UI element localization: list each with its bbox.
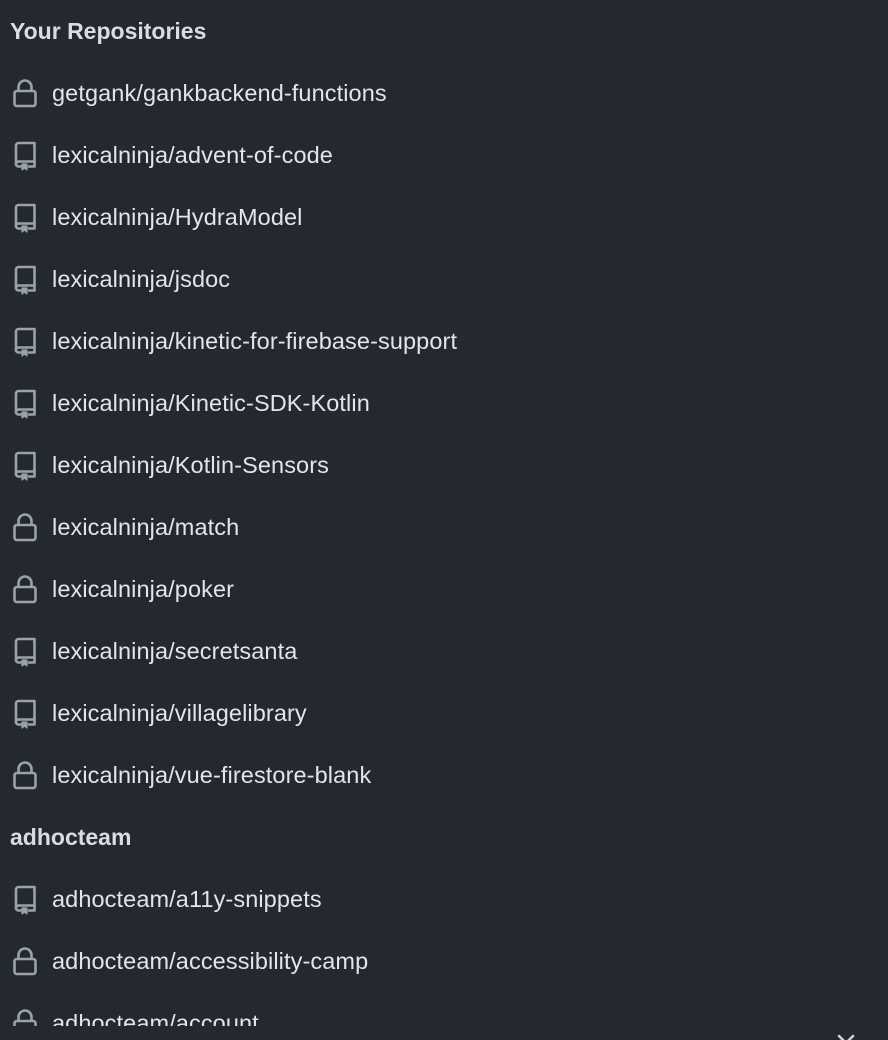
repo-icon: [11, 387, 39, 419]
repo-name: getgank/gankbackend-functions: [52, 79, 387, 106]
repo-list-item[interactable]: lexicalninja/advent-of-code: [0, 124, 888, 186]
lock-icon: [11, 573, 39, 605]
lock-icon: [11, 759, 39, 791]
repo-list-item[interactable]: adhocteam/a11y-snippets: [0, 868, 888, 930]
repo-name: lexicalninja/villagelibrary: [52, 699, 307, 726]
repo-list-item[interactable]: lexicalninja/Kotlin-Sensors: [0, 434, 888, 496]
repo-name: adhocteam/accessibility-camp: [52, 947, 369, 974]
repo-list-item[interactable]: lexicalninja/jsdoc: [0, 248, 888, 310]
lock-icon: [11, 1007, 39, 1026]
lock-icon: [11, 511, 39, 543]
repo-icon: [11, 635, 39, 667]
repo-name: lexicalninja/kinetic-for-firebase-suppor…: [52, 327, 458, 354]
repo-list-item[interactable]: getgank/gankbackend-functions: [0, 62, 888, 124]
repo-icon: [11, 325, 39, 357]
repository-list-panel: Your Repositories getgank/gankbackend-fun…: [0, 0, 888, 1026]
section-header: adhocteam: [10, 823, 132, 850]
repo-icon: [11, 139, 39, 171]
repo-name: lexicalninja/Kinetic-SDK-Kotlin: [52, 389, 370, 416]
repo-list-item[interactable]: lexicalninja/vue-firestore-blank: [0, 744, 888, 806]
repo-name: lexicalninja/match: [52, 513, 240, 540]
repo-icon: [11, 263, 39, 295]
repo-name: lexicalninja/jsdoc: [52, 265, 231, 292]
repo-name: adhocteam/account: [52, 1009, 259, 1027]
section-header: Your Repositories: [10, 17, 207, 44]
repo-name: lexicalninja/secretsanta: [52, 637, 298, 664]
close-icon: [837, 1034, 855, 1040]
repo-list-item[interactable]: lexicalninja/kinetic-for-firebase-suppor…: [0, 310, 888, 372]
repo-name: lexicalninja/vue-firestore-blank: [52, 761, 372, 788]
repo-name: lexicalninja/poker: [52, 575, 235, 602]
repo-name: lexicalninja/Kotlin-Sensors: [52, 451, 330, 478]
repo-icon: [11, 201, 39, 233]
repo-list-item[interactable]: lexicalninja/villagelibrary: [0, 682, 888, 744]
repo-icon: [11, 697, 39, 729]
repo-name: lexicalninja/advent-of-code: [52, 141, 333, 168]
repo-list-item[interactable]: lexicalninja/Kinetic-SDK-Kotlin: [0, 372, 888, 434]
repo-name: adhocteam/a11y-snippets: [52, 885, 322, 912]
repo-list-item[interactable]: lexicalninja/poker: [0, 558, 888, 620]
repo-list-item[interactable]: lexicalninja/match: [0, 496, 888, 558]
repo-list-item[interactable]: adhocteam/account: [0, 992, 888, 1026]
repo-list-item[interactable]: lexicalninja/secretsanta: [0, 620, 888, 682]
repo-name: lexicalninja/HydraModel: [52, 203, 303, 230]
lock-icon: [11, 945, 39, 977]
repo-icon: [11, 449, 39, 481]
repo-icon: [11, 883, 39, 915]
lock-icon: [11, 77, 39, 109]
repo-list-item[interactable]: lexicalninja/HydraModel: [0, 186, 888, 248]
repo-list-item[interactable]: adhocteam/accessibility-camp: [0, 930, 888, 992]
close-button[interactable]: [833, 1030, 859, 1040]
